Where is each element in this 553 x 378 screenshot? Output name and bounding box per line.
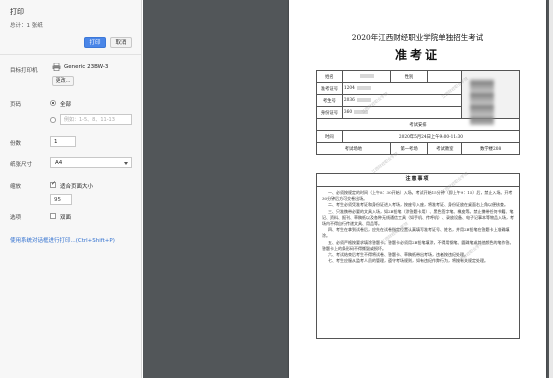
print-button[interactable]: 打印 (84, 37, 106, 48)
print-settings-sidebar: 打印 总计：1 张纸 打印 取消 目标打印机 Generic 23BW-3 更改… (0, 0, 142, 378)
notice-line: 四、考生在拿到试卷后，应先在试卷指定位置认真填写准考证号、姓名，并用2B铅笔在答… (322, 227, 510, 239)
notice-line: 五、必须严格按要求填涂答题卡。答题卡必须用2B铅笔填涂，不得用钢笔、圆珠笔或其他… (322, 239, 514, 251)
preview-scrollbar[interactable] (549, 0, 553, 378)
system-dialog-link[interactable]: 使用系统对话框进行打印...(Ctrl+Shift+P) (10, 236, 115, 244)
ticket-label: 准考证号 (316, 82, 343, 95)
chevron-down-icon (124, 162, 128, 165)
id-value: 360 (341, 106, 463, 119)
gender-label: 性别 (389, 70, 429, 83)
printer-name: Generic 23BW-3 (64, 64, 109, 70)
pages-custom-radio[interactable] (50, 117, 56, 123)
name-value (341, 70, 391, 83)
pages-all-label: 全部 (60, 102, 72, 108)
dialog-title: 打印 (10, 8, 24, 16)
name-label: 姓名 (316, 70, 343, 83)
printer-icon (52, 63, 61, 71)
paper-size-label: 纸张尺寸 (10, 162, 33, 168)
copies-input[interactable]: 1 (50, 136, 76, 147)
destination-label: 目标打印机 (10, 68, 38, 74)
pages-label: 页码 (10, 102, 22, 108)
document-subtitle: 准考证 (394, 48, 440, 62)
fit-page-label: 适合页面大小 (60, 184, 94, 190)
notice-line: 二、考生必须凭准考证和身份证进入考场，按座号入座，将准考证、身份证放在桌面右上角… (328, 202, 508, 208)
room-label: 考试教室 (427, 142, 463, 155)
divider (0, 54, 141, 55)
options-label: 选项 (10, 215, 22, 221)
notice-title: 注意事项 (405, 176, 430, 182)
change-printer-button[interactable]: 更改... (52, 76, 74, 86)
gender-value (427, 70, 463, 83)
paper-size-value: A4 (55, 160, 63, 166)
notice-line: 三、只准携带必要的文具入场，如2B铅笔（涂答题卡用）、黑色签字笔、橡皮等。禁止携… (322, 208, 514, 227)
copies-label: 份数 (10, 141, 22, 147)
exam-no-label: 考生号 (316, 94, 343, 107)
candidate-photo (461, 70, 520, 125)
scale-label: 缩放 (10, 184, 22, 190)
site-label: 考试场地 (316, 142, 391, 155)
notice-line: 七、考生应服从监考人员的管理，遵守考场规则，如有违纪作弊行为，将按有关规定处理。 (328, 258, 488, 264)
notice-body: 一、必须按规定的时间（上午8：30开始）入场。考试开始15分钟（即上午9：15）… (316, 187, 520, 339)
id-label: 身份证号 (316, 106, 343, 119)
admission-info-table: 姓名 性别 准考证号 1204 考生号 2036 身份证号 360 考试安排 时… (316, 70, 521, 155)
scale-input[interactable]: 95 (50, 194, 72, 205)
paper-size-select[interactable]: A4 (50, 157, 132, 168)
room-value: 数学楼208 (461, 142, 520, 155)
notice-line: 一、必须按规定的时间（上午8：30开始）入场。考试开始15分钟（即上午9：15）… (322, 190, 513, 202)
pages-custom-input[interactable]: 例如：1-5、8、11-13 (60, 114, 132, 125)
time-value: 2020年5月24日上午9:00-11:30 (341, 130, 521, 143)
cancel-button[interactable]: 取消 (110, 37, 132, 48)
duplex-checkbox[interactable] (50, 213, 56, 219)
time-label: 时间 (316, 130, 343, 143)
fit-page-checkbox[interactable] (50, 180, 56, 188)
pages-all-radio[interactable] (50, 100, 56, 106)
preview-page: 2020年江西财经职业学院单独招生考试 准考证 姓名 性别 准考证号 1204 … (289, 0, 546, 378)
document-title: 2020年江西财经职业学院单独招生考试 (351, 33, 484, 42)
duplex-label: 双面 (60, 215, 72, 221)
sheet-total: 总计：1 张纸 (10, 23, 43, 29)
